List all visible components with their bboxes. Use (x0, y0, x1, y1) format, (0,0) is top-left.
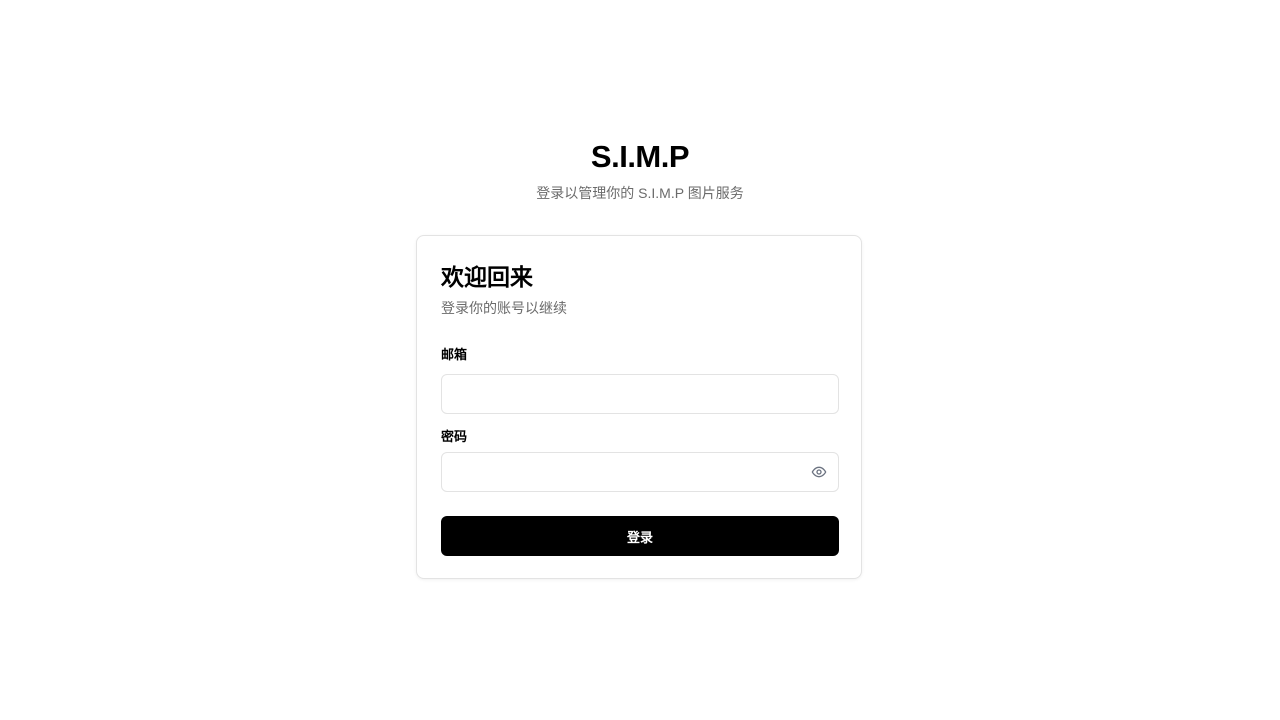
login-button[interactable]: 登录 (441, 516, 839, 556)
password-label: 密码 (441, 429, 468, 444)
eye-icon[interactable] (810, 463, 828, 481)
email-field[interactable] (441, 374, 839, 414)
app-subtitle: 登录以管理你的 S.I.M.P 图片服务 (536, 185, 744, 201)
brand-header: S.I.M.P 登录以管理你的 S.I.M.P 图片服务 (0, 138, 1280, 202)
email-label: 邮箱 (441, 347, 468, 362)
card-subtitle: 登录你的账号以继续 (441, 300, 567, 316)
login-card: 欢迎回来 登录你的账号以继续 邮箱 密码 登录 (416, 235, 862, 579)
app-title: S.I.M.P (590, 139, 690, 174)
card-title: 欢迎回来 (441, 264, 533, 290)
login-page: S.I.M.P 登录以管理你的 S.I.M.P 图片服务 欢迎回来 登录你的账号… (0, 0, 1280, 720)
password-field[interactable] (441, 452, 839, 492)
